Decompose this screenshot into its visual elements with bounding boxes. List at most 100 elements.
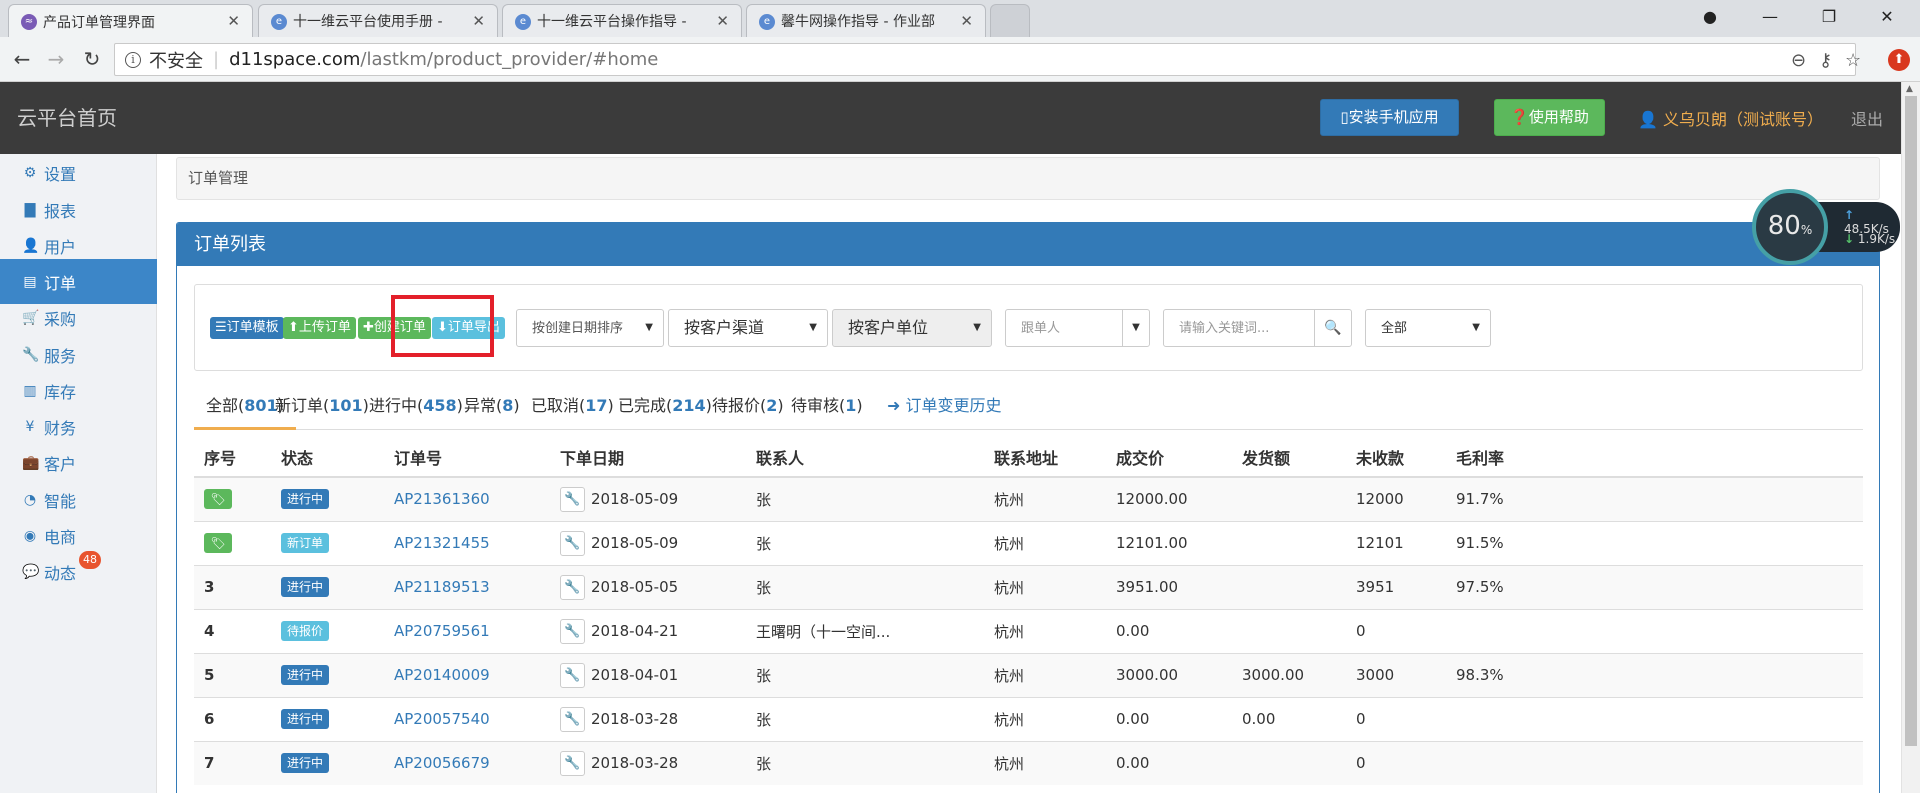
price-cell: 12000.00 — [1106, 476, 1232, 521]
tag-icon[interactable]: 🏷 — [204, 533, 232, 553]
price-value: 12000.00 — [1116, 490, 1188, 509]
bookmark-star-icon[interactable]: ☆ — [1845, 44, 1861, 77]
address-value: 杭州 — [994, 534, 1025, 553]
status-tab[interactable]: 进行中(458) — [369, 383, 463, 430]
wrench-icon[interactable]: 🔧 — [560, 486, 585, 512]
order-number-link[interactable]: AP21321455 — [394, 534, 490, 552]
status-tab-label: 进行中 — [369, 396, 418, 415]
scroll-up-icon[interactable]: ▲ — [1906, 84, 1913, 94]
unpaid-value: 0 — [1356, 622, 1366, 640]
help-button[interactable]: ❓使用帮助 — [1494, 99, 1605, 136]
status-tab[interactable]: 异常(8) — [464, 383, 520, 430]
address-value: 杭州 — [994, 666, 1025, 685]
sidebar-item[interactable]: 💬 动态 48 — [0, 549, 157, 594]
order-number-link[interactable]: AP20140009 — [394, 666, 490, 684]
key-icon[interactable]: ⚷ — [1819, 44, 1832, 77]
close-tab-icon[interactable]: ✕ — [960, 12, 973, 30]
address-cell: 杭州 — [984, 608, 1106, 653]
wrench-icon[interactable]: 🔧 — [560, 706, 585, 732]
unit-select[interactable]: 按客户单位 ▼ — [832, 309, 992, 347]
column-header: 联系地址 — [984, 437, 1106, 478]
order-number-link[interactable]: AP21361360 — [394, 490, 490, 508]
wrench-icon[interactable]: 🔧 — [560, 618, 585, 644]
table-row[interactable]: 🏷 新订单 AP21321455 🔧 2018-05-09 张 杭州 12101.00 1210… — [194, 520, 1863, 565]
sort-select[interactable]: 按创建日期排序 ▼ — [516, 309, 664, 347]
page-scrollbar[interactable]: ▲ — [1901, 82, 1920, 793]
back-arrow-icon[interactable]: ← — [8, 45, 36, 73]
close-tab-icon[interactable]: ✕ — [716, 12, 729, 30]
new-tab-button[interactable] — [990, 4, 1030, 37]
order-history-link[interactable]: ➜ 订单变更历史 — [887, 383, 1002, 430]
restore-icon[interactable]: ❐ — [1800, 0, 1858, 33]
shipped-cell — [1232, 520, 1346, 565]
status-tab-count: 17 — [585, 396, 608, 415]
order-number-link[interactable]: AP20759561 — [394, 622, 490, 640]
network-speed-widget[interactable]: 80% ↑ 48.5K/s ↓ 1.9K/s — [1752, 189, 1900, 265]
status-tab[interactable]: 待报价(2) — [712, 383, 784, 430]
channel-select[interactable]: 按客户渠道 ▼ — [668, 309, 828, 347]
info-icon[interactable]: i — [125, 51, 141, 68]
window-close-icon[interactable]: ✕ — [1858, 0, 1916, 33]
wrench-icon[interactable]: 🔧 — [560, 750, 585, 776]
minimize-icon[interactable]: — — [1741, 0, 1799, 33]
extension-icon[interactable]: ⬆ — [1888, 49, 1910, 71]
panel-title: 订单列表 — [177, 223, 1879, 266]
order-template-button[interactable]: ☰订单模板 — [210, 317, 284, 339]
scrollbar-thumb[interactable] — [1905, 96, 1917, 746]
close-tab-icon[interactable]: ✕ — [227, 12, 240, 30]
wrench-icon[interactable]: 🔧 — [560, 574, 585, 600]
url-input[interactable]: i 不安全 | d11space.com /lastkm/product_pro… — [114, 43, 1861, 77]
order-number-link[interactable]: AP20056679 — [394, 754, 490, 772]
tag-icon[interactable]: 🏷 — [204, 489, 232, 510]
keyword-search-input[interactable]: 请输入关键词... — [1163, 309, 1315, 347]
order-number-link[interactable]: AP21189513 — [394, 578, 490, 596]
brand-home-link[interactable]: 云平台首页 — [17, 102, 117, 131]
table-row[interactable]: 🏷 进行中 AP21361360 🔧 2018-05-09 张 杭州 12000.00 1200… — [194, 476, 1863, 521]
gauge-percent: 80 — [1767, 211, 1801, 241]
close-tab-icon[interactable]: ✕ — [472, 12, 485, 30]
contact-cell: 张 — [746, 740, 984, 785]
table-row[interactable]: 4 待报价 AP20759561 🔧 2018-04-21 王曙明（十一空间... 杭州 0.… — [194, 608, 1863, 653]
logout-link[interactable]: 退出 — [1851, 106, 1883, 130]
browser-tab[interactable]: e 十一维云平台操作指导 - ✕ — [502, 4, 742, 37]
price-value: 3000.00 — [1116, 666, 1179, 684]
forward-arrow-icon[interactable]: → — [42, 45, 70, 73]
scope-select[interactable]: 全部 ▼ — [1365, 309, 1491, 347]
shipped-cell — [1232, 476, 1346, 521]
margin-value: 98.3% — [1456, 666, 1504, 684]
reload-icon[interactable]: ↻ — [78, 45, 106, 73]
status-tab[interactable]: 已完成(214) — [618, 383, 712, 430]
order-cell: AP21361360 — [384, 476, 550, 521]
unit-select-value: 按客户单位 — [848, 318, 929, 337]
status-tab[interactable]: 待审核(1) — [791, 383, 863, 430]
browser-tab-active[interactable]: ≈ 产品订单管理界面 ✕ — [8, 4, 253, 38]
follower-input[interactable]: 跟单人 — [1005, 309, 1123, 347]
follower-dropdown-button[interactable]: ▼ — [1122, 309, 1150, 347]
upload-order-button[interactable]: ⬆上传订单 — [283, 317, 356, 339]
memory-gauge: 80% — [1752, 189, 1828, 265]
order-number-link[interactable]: AP20057540 — [394, 710, 490, 728]
wrench-icon[interactable]: 🔧 — [560, 530, 585, 556]
status-tab[interactable]: 新订单(101) — [275, 383, 369, 430]
search-button[interactable]: 🔍 — [1314, 309, 1352, 347]
shipped-cell — [1232, 740, 1346, 785]
table-row[interactable]: 7 进行中 AP20056679 🔧 2018-03-28 张 杭州 0.00 0 — [194, 740, 1863, 785]
table-row[interactable]: 5 进行中 AP20140009 🔧 2018-04-01 张 杭州 3000.00 3000.… — [194, 652, 1863, 697]
order-date: 2018-03-28 — [591, 709, 679, 728]
row-number: 6 — [204, 710, 215, 728]
table-row[interactable]: 6 进行中 AP20057540 🔧 2018-03-28 张 杭州 0.00 0.00 0 — [194, 696, 1863, 741]
download-unit: K/s — [1876, 232, 1896, 246]
sidebar-item-label: 智能 — [44, 491, 77, 511]
browser-tab[interactable]: e 十一维云平台使用手册 - ✕ — [258, 4, 498, 37]
profile-icon[interactable]: ● — [1681, 0, 1739, 33]
browser-tab[interactable]: e 馨牛网操作指导 - 作业部 ✕ — [746, 4, 986, 37]
user-account-link[interactable]: 👤 义乌贝朗（测试账号） — [1638, 106, 1823, 130]
price-cell: 0.00 — [1106, 740, 1232, 785]
table-row[interactable]: 3 进行中 AP21189513 🔧 2018-05-05 张 杭州 3951.00 3951 9… — [194, 564, 1863, 609]
install-app-button[interactable]: ▯安装手机应用 — [1320, 99, 1459, 136]
status-tab-count: 801 — [244, 396, 278, 415]
zoom-icon[interactable]: ⊖ — [1791, 44, 1806, 77]
margin-cell — [1446, 696, 1863, 741]
wrench-icon[interactable]: 🔧 — [560, 662, 585, 688]
status-tab[interactable]: 已取消(17) — [531, 383, 614, 430]
